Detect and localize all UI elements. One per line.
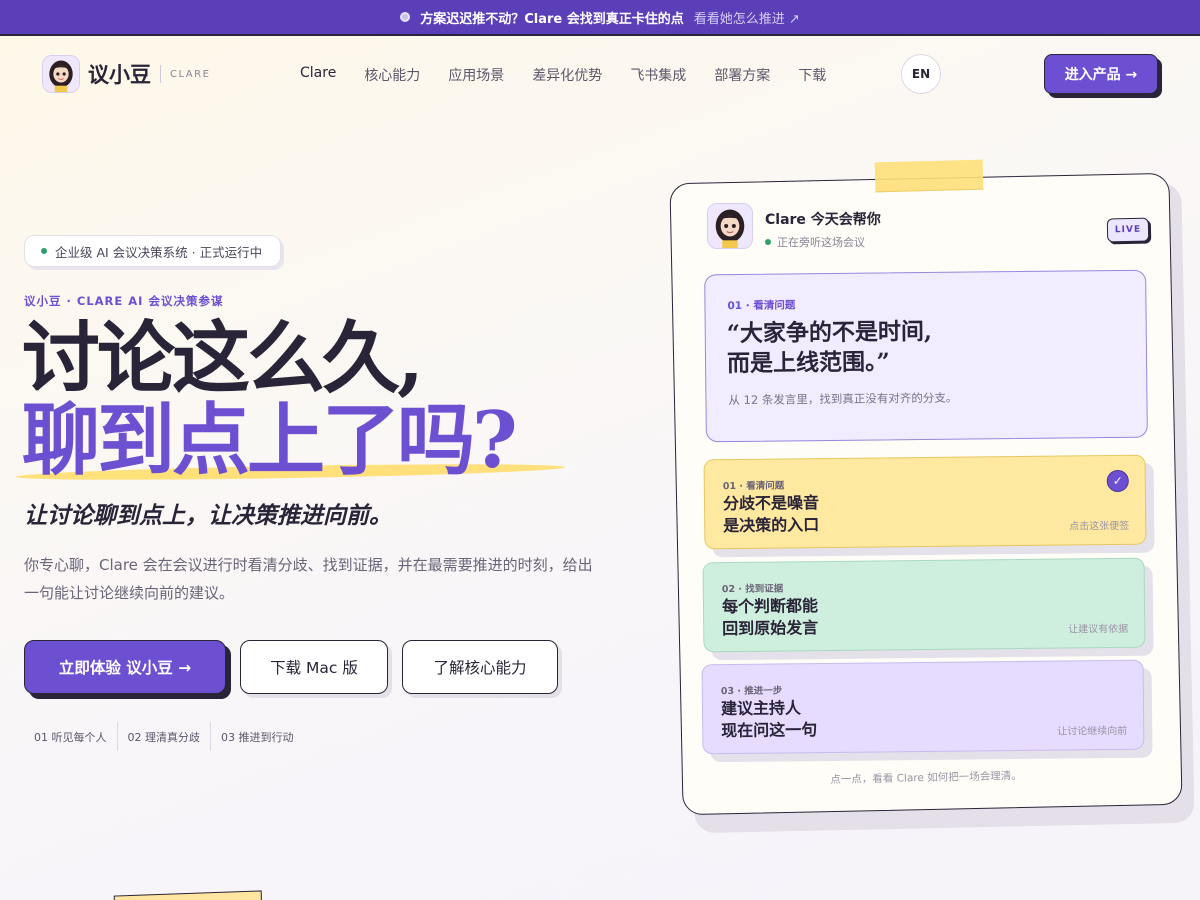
clare-card-header: Clare 今天会帮你 正在旁听这场会议 [707, 203, 1151, 253]
decorative-sticky-note [113, 890, 263, 900]
hero-steps: 01 听见每个人 02 理清真分歧 03 推进到行动 [24, 722, 304, 751]
girl-avatar-icon [42, 55, 80, 93]
sticky-card-hint: 点击这张便签 [1069, 520, 1130, 533]
nav-item-clare[interactable]: Clare [300, 65, 336, 85]
sticky-card-line: 回到原始发言 [722, 618, 819, 639]
hero-title-line2: 聊到点上了吗? [22, 395, 518, 486]
quote-line2: 而是上线范围。” [726, 348, 890, 378]
main-menu: Clare 核心能力 应用场景 差异化优势 飞书集成 部署方案 下载 [300, 65, 826, 85]
sticky-card-line: 现在问这一句 [721, 720, 818, 741]
live-badge: LIVE [1106, 217, 1150, 243]
sticky-card-hint: 让讨论继续向前 [1057, 725, 1128, 738]
nav-item-deploy[interactable]: 部署方案 [714, 65, 770, 85]
hero-subhead: 让讨论聊到点上，让决策推进向前。 [24, 502, 392, 529]
brand-name-en: CLARE [170, 68, 211, 80]
quote-card: 01 · 看清问题 “大家争的不是时间, 而是上线范围。” 从 12 条发言里，… [704, 269, 1148, 443]
learn-core-button[interactable]: 了解核心能力 [402, 640, 558, 694]
brand-divider [160, 65, 161, 83]
nav-item-download[interactable]: 下载 [798, 65, 826, 85]
hero-title: 讨论这么久, 聊到点上了吗? [22, 313, 518, 486]
sticky-card-issue[interactable]: 01 · 看清问题 分歧不是噪音 是决策的入口 ✓ 点击这张便签 [703, 454, 1147, 550]
decorative-tape [874, 159, 984, 193]
sticky-card-line: 每个判断都能 [721, 596, 819, 617]
quote-line1: “大家争的不是时间, [726, 317, 933, 348]
nav-item-advantages[interactable]: 差异化优势 [532, 65, 602, 85]
status-badge-text: 企业级 AI 会议决策系统 · 正式运行中 [55, 244, 263, 260]
enter-product-button[interactable]: 进入产品 → [1044, 54, 1158, 94]
sticky-card-text: 分歧不是噪音 是决策的入口 [723, 492, 819, 537]
sticky-card-advance[interactable]: 03 · 推进一步 建议主持人 现在问这一句 让讨论继续向前 [701, 659, 1145, 755]
try-now-button[interactable]: 立即体验 议小豆 → [24, 640, 226, 694]
step-item: 01 听见每个人 [34, 730, 107, 744]
sticky-card-text: 建议主持人 现在问这一句 [721, 697, 817, 742]
clare-card-status: 正在旁听这场会议 [765, 234, 865, 250]
sticky-card-line: 分歧不是噪音 [722, 493, 820, 514]
download-mac-button[interactable]: 下载 Mac 版 [240, 640, 388, 694]
girl-avatar-icon [707, 203, 753, 249]
nav-item-scenarios[interactable]: 应用场景 [448, 65, 504, 85]
hero-eyebrow: 议小豆 · CLARE AI 会议决策参谋 [24, 294, 224, 308]
sticky-card-line: 建议主持人 [720, 698, 802, 719]
announcement-message: 方案迟迟推不动？Clare 会找到真正卡住的点 [420, 11, 684, 27]
sticky-card-label: 01 · 看清问题 [722, 480, 785, 493]
sticky-card-text: 每个判断都能 回到原始发言 [722, 595, 818, 640]
language-toggle[interactable]: EN [901, 54, 941, 94]
status-badge: 企业级 AI 会议决策系统 · 正式运行中 [24, 235, 282, 267]
hero-description: 你专心聊，Clare 会在会议进行时看清分歧、找到证据，并在最需要推进的时刻，给… [24, 556, 593, 602]
brand-name: 议小豆 [88, 63, 151, 87]
sticky-card-hint: 让建议有依据 [1068, 623, 1129, 636]
check-icon: ✓ [1106, 469, 1129, 493]
logo[interactable]: 议小豆 CLARE [42, 55, 210, 93]
announcement-link[interactable]: 看看她怎么推进 ↗ [694, 8, 800, 27]
quote-source: 从 12 条发言里，找到真正没有对齐的分支。 [728, 390, 958, 408]
clare-card-title: Clare 今天会帮你 [765, 212, 881, 228]
sticky-card-evidence[interactable]: 02 · 找到证据 每个判断都能 回到原始发言 让建议有依据 [702, 557, 1146, 653]
sticky-card-label: 03 · 推进一步 [720, 685, 783, 698]
quote-text: “大家争的不是时间, 而是上线范围。” [727, 317, 933, 379]
status-dot-icon [41, 248, 47, 254]
nav-item-feishu[interactable]: 飞书集成 [630, 65, 686, 85]
step-item: 03 推进到行动 [210, 722, 304, 751]
clare-card-status-text: 正在旁听这场会议 [777, 236, 865, 249]
sticky-card-label: 02 · 找到证据 [721, 583, 784, 596]
top-nav: 议小豆 CLARE Clare 核心能力 应用场景 差异化优势 飞书集成 部署方… [0, 38, 1200, 112]
quote-card-label: 01 · 看清问题 [727, 299, 796, 313]
hero-title-line1: 讨论这么久, [22, 313, 424, 404]
announcement-dot-icon [400, 12, 411, 22]
step-item: 02 理清真分歧 [116, 722, 211, 751]
live-dot-icon [765, 239, 771, 245]
sticky-card-line: 是决策的入口 [723, 515, 820, 536]
announcement-bar[interactable]: 方案迟迟推不动？Clare 会找到真正卡住的点 看看她怎么推进 ↗ [0, 0, 1200, 36]
nav-item-core[interactable]: 核心能力 [364, 65, 420, 85]
